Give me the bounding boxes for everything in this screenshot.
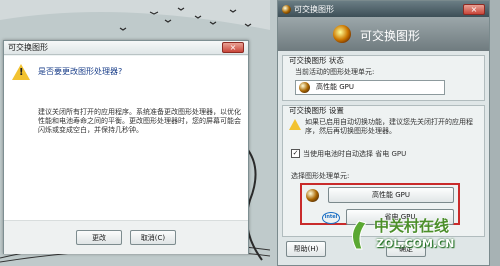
info-warning-icon (289, 119, 301, 130)
settings-note: 如果已启用自动切换功能，建议您先关闭打开的应用程序，然后再切换图形处理器。 (305, 118, 473, 135)
auto-switch-checkbox[interactable]: ✓ (291, 149, 300, 158)
change-button[interactable]: 更改 (76, 230, 122, 245)
current-gpu-label: 当前活动的图形处理单元: (295, 68, 375, 76)
select-gpu-label: 选择图形处理单元: (291, 172, 350, 180)
window-close-button[interactable]: × (463, 3, 485, 15)
warning-icon: ! (12, 64, 30, 80)
current-gpu-field: 高性能 GPU (295, 80, 445, 95)
dialog-titlebar[interactable]: 可交换图形 × (4, 41, 248, 55)
gpu-icon (299, 82, 310, 93)
dialog-body: ! 是否要更改图形处理器? 建议关闭所有打开的应用程序。系统准备更改图形处理器，… (4, 56, 248, 254)
cancel-button[interactable]: 取消(C) (130, 230, 176, 245)
intel-icon: intel (322, 212, 340, 224)
window-titlebar[interactable]: 可交换图形 × (278, 1, 489, 17)
window-header: 可交换图形 (278, 17, 489, 51)
dialog-question: 是否要更改图形处理器? (38, 67, 123, 76)
window-title: 可交换图形 (294, 4, 334, 14)
status-section-label: 可交换图形 状态 (289, 56, 344, 65)
dialog-paragraph: 建议关闭所有打开的应用程序。系统准备更改图形处理器，以优化性能和电池寿命之间的平… (38, 108, 241, 134)
current-gpu-value: 高性能 GPU (316, 83, 354, 91)
status-section: 可交换图形 状态 当前活动的图形处理单元: 高性能 GPU (282, 55, 485, 101)
dialog-title: 可交换图形 (8, 43, 48, 52)
app-icon (282, 4, 291, 14)
dialog-close-button[interactable]: × (222, 42, 244, 53)
confirm-dialog: 可交换图形 × ! 是否要更改图形处理器? 建议关闭所有打开的应用程序。系统准备… (3, 40, 249, 254)
help-button[interactable]: 帮助(H) (286, 241, 326, 257)
graphics-logo-icon (333, 25, 351, 43)
switchable-graphics-window: 可交换图形 × 可交换图形 可交换图形 状态 当前活动的图形处理单元: 高性能 … (277, 0, 490, 266)
power-saving-gpu-button[interactable]: 省电 GPU (346, 209, 454, 225)
header-title: 可交换图形 (360, 29, 421, 43)
auto-switch-label: 当使用电池时自动选择 省电 GPU (303, 150, 407, 158)
ok-button[interactable]: 确定 (386, 241, 426, 257)
dialog-button-row: 更改 取消(C) (4, 220, 248, 254)
high-performance-gpu-icon (306, 189, 319, 202)
settings-section-label: 可交换图形 设置 (289, 106, 344, 115)
high-performance-gpu-button[interactable]: 高性能 GPU (328, 187, 454, 203)
